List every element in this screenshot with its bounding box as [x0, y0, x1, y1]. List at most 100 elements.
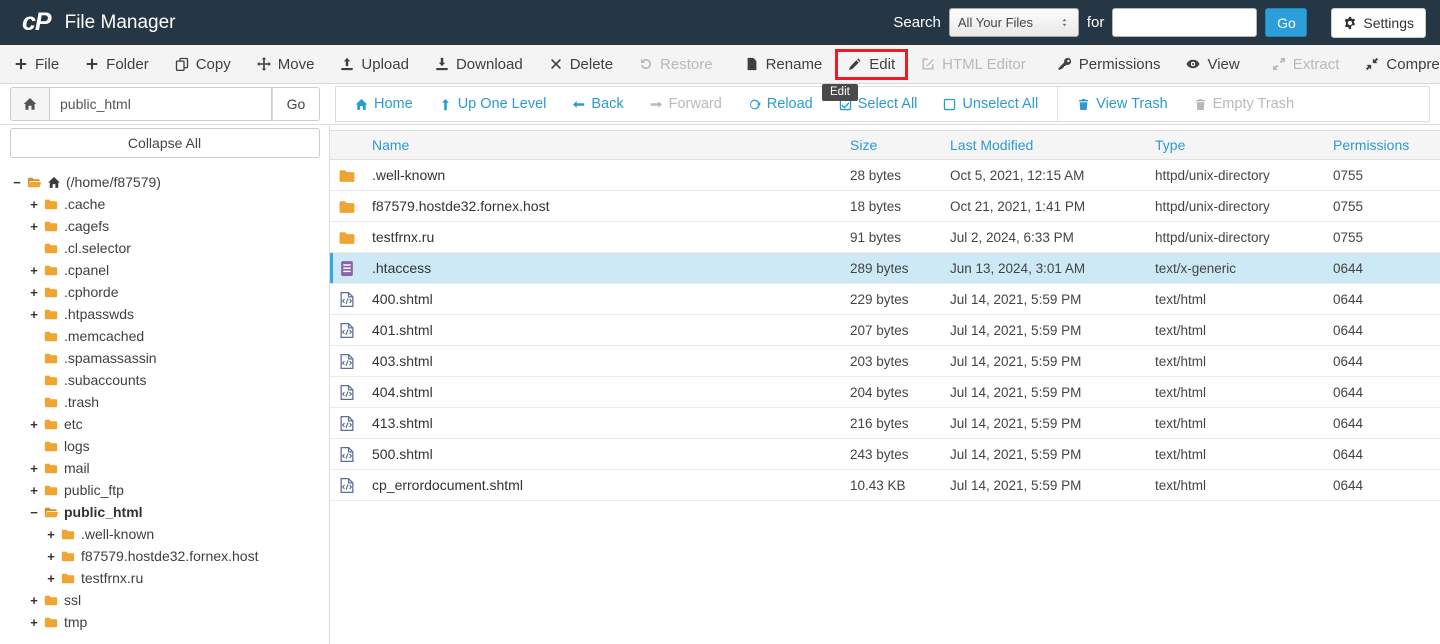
table-row[interactable]: cp_errordocument.shtml 10.43 KB Jul 14, 20… — [330, 470, 1440, 501]
file-list-panel: Name Size Last Modified Type Permissions… — [330, 125, 1440, 644]
tree-item[interactable]: + testfrnx.ru — [0, 567, 329, 589]
file-type: httpd/unix-directory — [1155, 167, 1270, 183]
expand-plus-icon[interactable]: + — [27, 307, 41, 322]
settings-button[interactable]: Settings — [1331, 7, 1426, 38]
collapse-all-button[interactable]: Collapse All — [9, 128, 320, 158]
table-row[interactable]: 400.shtml 229 bytes Jul 14, 2021, 5:59 PM t… — [330, 284, 1440, 315]
expand-plus-icon[interactable]: + — [44, 549, 58, 564]
edit-button[interactable]: Edit — [835, 48, 909, 80]
tree-item[interactable]: .trash — [0, 391, 329, 413]
tree-item[interactable]: .subaccounts — [0, 369, 329, 391]
table-row[interactable]: 403.shtml 203 bytes Jul 14, 2021, 5:59 PM t… — [330, 346, 1440, 377]
collapse-minus-icon[interactable]: − — [10, 175, 24, 190]
path-home-button[interactable] — [10, 87, 50, 121]
tree-item[interactable]: + .cagefs — [0, 215, 329, 237]
search-area: Search All Your Files for Go Settings — [893, 7, 1426, 38]
table-row[interactable]: 404.shtml 204 bytes Jul 14, 2021, 5:59 PM t… — [330, 377, 1440, 408]
expand-plus-icon[interactable]: + — [27, 417, 41, 432]
tree-item[interactable]: + .htpasswds — [0, 303, 329, 325]
nav-home[interactable]: Home — [342, 96, 426, 112]
table-row[interactable]: 413.shtml 216 bytes Jul 14, 2021, 5:59 PM t… — [330, 408, 1440, 439]
tree-item-label: .spamassassin — [64, 350, 157, 366]
expand-plus-icon[interactable]: + — [27, 285, 41, 300]
nav-unselect-all[interactable]: Unselect All — [930, 96, 1051, 112]
column-header-type[interactable]: Type — [1155, 131, 1333, 159]
expand-plus-icon[interactable]: + — [27, 219, 41, 234]
folder-button[interactable]: Folder — [72, 45, 162, 83]
expand-plus-icon[interactable]: + — [44, 527, 58, 542]
path-input[interactable] — [50, 87, 272, 121]
table-row[interactable]: 401.shtml 207 bytes Jul 14, 2021, 5:59 PM t… — [330, 315, 1440, 346]
search-go-button[interactable]: Go — [1265, 8, 1308, 37]
expand-plus-icon[interactable]: + — [27, 263, 41, 278]
search-input[interactable] — [1112, 8, 1258, 37]
delete-button[interactable]: Delete — [536, 45, 626, 83]
tree-item[interactable]: logs — [0, 435, 329, 457]
tree-item[interactable]: + .cache — [0, 193, 329, 215]
view-button[interactable]: View — [1173, 45, 1252, 83]
action-toolbar: File Folder Copy Move Upload Download De… — [0, 45, 1440, 84]
html-editor-button: HTML Editor — [908, 45, 1039, 83]
file-name: cp_errordocument.shtml — [372, 477, 523, 493]
expand-plus-icon[interactable]: + — [27, 197, 41, 212]
tree-item[interactable]: .memcached — [0, 325, 329, 347]
tree-item[interactable]: + .well-known — [0, 523, 329, 545]
table-row[interactable]: testfrnx.ru 91 bytes Jul 2, 2024, 6:33 PM h… — [330, 222, 1440, 253]
tree-item-label: etc — [64, 416, 83, 432]
tree-item[interactable]: − public_html — [0, 501, 329, 523]
tree-item[interactable]: + tmp — [0, 611, 329, 633]
expand-plus-icon[interactable]: + — [44, 571, 58, 586]
permissions-button[interactable]: Permissions — [1045, 45, 1174, 83]
rename-button[interactable]: Rename — [732, 45, 836, 83]
folder-icon — [60, 527, 76, 541]
copy-button[interactable]: Copy — [162, 45, 244, 83]
file-size: 216 bytes — [850, 415, 909, 431]
expand-plus-icon[interactable]: + — [27, 593, 41, 608]
tree-item[interactable]: .cl.selector — [0, 237, 329, 259]
file-type: text/html — [1155, 415, 1207, 431]
tree-item[interactable]: + mail — [0, 457, 329, 479]
move-button[interactable]: Move — [244, 45, 328, 83]
nav-view-trash[interactable]: View Trash — [1064, 96, 1180, 112]
reload-icon — [748, 98, 761, 111]
home-icon — [355, 98, 368, 111]
file-size: 10.43 KB — [850, 477, 906, 493]
folder-icon — [43, 307, 59, 321]
expand-plus-icon[interactable]: + — [27, 461, 41, 476]
search-scope-select[interactable]: All Your Files — [948, 8, 1079, 37]
nav-reload[interactable]: Reload — [735, 96, 826, 112]
tree-item[interactable]: − (/home/f87579) — [0, 171, 329, 193]
expand-plus-icon[interactable]: + — [27, 615, 41, 630]
nav-up-one-level[interactable]: Up One Level — [426, 96, 560, 112]
file-size: 204 bytes — [850, 384, 909, 400]
nav-back[interactable]: Back — [559, 96, 636, 112]
upload-button[interactable]: Upload — [327, 45, 422, 83]
tree-item[interactable]: .spamassassin — [0, 347, 329, 369]
file-permissions: 0644 — [1333, 260, 1364, 276]
table-row[interactable]: 500.shtml 243 bytes Jul 14, 2021, 5:59 PM t… — [330, 439, 1440, 470]
tree-item[interactable]: + .cpanel — [0, 259, 329, 281]
column-header-size[interactable]: Size — [850, 131, 950, 159]
table-row[interactable]: f87579.hostde32.fornex.host 18 bytes Oct 2… — [330, 191, 1440, 222]
folder-icon — [43, 329, 59, 343]
content-area: Collapse All − (/home/f87579) + .cache + .cag… — [0, 125, 1440, 644]
file-button[interactable]: File — [1, 45, 72, 83]
table-row[interactable]: .htaccess 289 bytes Jun 13, 2024, 3:01 AM t… — [330, 253, 1440, 284]
folder-icon — [43, 241, 59, 255]
compress-button[interactable]: Compress — [1352, 45, 1440, 83]
tree-item[interactable]: + ssl — [0, 589, 329, 611]
tree-item[interactable]: + public_ftp — [0, 479, 329, 501]
tree-item-label: mail — [64, 460, 90, 476]
folder-icon — [43, 373, 59, 387]
column-header-modified[interactable]: Last Modified — [950, 131, 1155, 159]
tree-item[interactable]: + f87579.hostde32.fornex.host — [0, 545, 329, 567]
column-header-permissions[interactable]: Permissions — [1333, 131, 1440, 159]
expand-plus-icon[interactable]: + — [27, 483, 41, 498]
path-go-button[interactable]: Go — [272, 87, 320, 121]
table-row[interactable]: .well-known 28 bytes Oct 5, 2021, 12:15 AM… — [330, 160, 1440, 191]
collapse-minus-icon[interactable]: − — [27, 505, 41, 520]
tree-item[interactable]: + etc — [0, 413, 329, 435]
tree-item[interactable]: + .cphorde — [0, 281, 329, 303]
column-header-name[interactable]: Name — [366, 131, 850, 159]
download-button[interactable]: Download — [422, 45, 536, 83]
